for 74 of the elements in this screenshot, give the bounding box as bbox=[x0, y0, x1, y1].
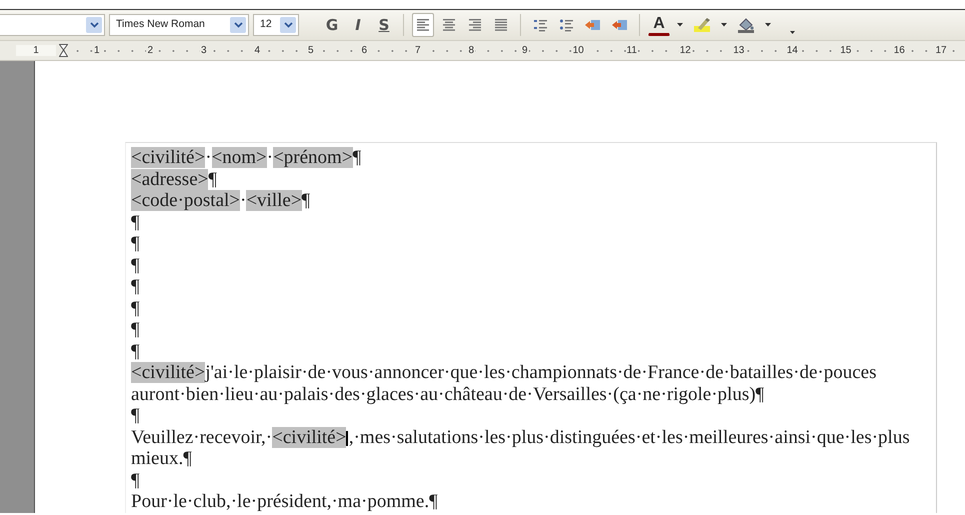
body-text: ¶ bbox=[131, 298, 140, 318]
bold-button[interactable]: G bbox=[321, 13, 343, 37]
ruler-number: 16 bbox=[892, 45, 906, 56]
body-text: ¶ bbox=[131, 254, 140, 276]
numbered-list-icon bbox=[532, 18, 548, 32]
align-left-icon bbox=[416, 18, 430, 32]
ruler-number: 17 bbox=[934, 45, 948, 56]
merge-field: <adresse> bbox=[131, 168, 208, 190]
underline-button[interactable]: S bbox=[373, 13, 395, 37]
ruler-number: 11 bbox=[626, 45, 638, 56]
ruler-number: 1 bbox=[92, 45, 101, 56]
indent-increase-icon bbox=[611, 18, 628, 32]
highlighter-icon bbox=[693, 17, 711, 33]
ruler-number: 14 bbox=[786, 45, 799, 56]
ruler-number: 6 bbox=[360, 45, 368, 56]
ruler-number: 10 bbox=[572, 45, 585, 56]
ruler-number: 2 bbox=[146, 45, 154, 56]
caret-icon bbox=[677, 23, 683, 27]
more-icon bbox=[789, 28, 796, 36]
caret-icon bbox=[721, 23, 727, 27]
merge-field: <civilité> bbox=[131, 147, 206, 168]
ruler-number: 5 bbox=[306, 45, 315, 56]
italic-button[interactable]: I bbox=[347, 13, 369, 37]
body-text: mieux.¶ bbox=[131, 448, 192, 469]
document-text-area[interactable] bbox=[125, 142, 937, 512]
body-text: ¶ bbox=[131, 340, 140, 362]
ruler-number: 9 bbox=[520, 45, 529, 56]
body-text: ¶ bbox=[131, 233, 140, 254]
body-text: ¶ bbox=[131, 319, 140, 340]
merge-field: <ville> bbox=[246, 190, 302, 211]
ruler-number: 8 bbox=[467, 45, 476, 56]
body-text: ¶ bbox=[352, 147, 362, 168]
body-text: ¶ bbox=[302, 190, 310, 211]
ruler-number: 4 bbox=[253, 45, 262, 56]
merge-field: <nom> bbox=[212, 147, 267, 168]
align-right-icon bbox=[468, 18, 482, 32]
body-text: · bbox=[240, 190, 246, 211]
dropdown-icon bbox=[234, 22, 242, 28]
body-text: ¶ bbox=[208, 168, 217, 190]
body-text: ¶ bbox=[131, 212, 140, 232]
body-text: ¶ bbox=[131, 470, 140, 490]
body-text: Pour·le·club,·le·président,·ma·pomme.¶ bbox=[131, 491, 438, 512]
caret-icon bbox=[765, 23, 771, 27]
font-color-button[interactable]: A bbox=[648, 14, 670, 36]
merge-field: <code·postal> bbox=[131, 190, 240, 211]
body-text: ¶ bbox=[131, 276, 140, 297]
body-text: auront·bien·lieu·au·palais·des·glaces·au·château·de·Versailles·(ça·ne·rigole·plus)¶ bbox=[131, 384, 764, 404]
body-text: ¶ bbox=[131, 405, 140, 426]
body-text: · bbox=[205, 147, 212, 168]
justify-icon bbox=[494, 18, 508, 32]
font-size-field[interactable]: 12 bbox=[253, 14, 299, 36]
body-text: j'ai·le·plaisir·de·vous·annoncer·que·les·championnats·de·France·de·batailles·de·pouces bbox=[205, 362, 876, 383]
ruler-number: 1 bbox=[32, 45, 40, 56]
indent-decrease-icon bbox=[584, 18, 601, 32]
align-center-icon bbox=[442, 18, 456, 32]
ruler-number: 7 bbox=[414, 45, 422, 56]
ruler-number: 3 bbox=[200, 45, 208, 56]
body-text: ,·mes·salutations·les·plus·distinguées·et·les·meilleures·ainsi·que·les·plus bbox=[348, 426, 910, 448]
bullet-list-icon bbox=[558, 18, 574, 32]
merge-field: <prénom> bbox=[273, 147, 353, 168]
font-name-field[interactable]: Times New Roman bbox=[109, 14, 249, 36]
align-left-button[interactable] bbox=[412, 13, 434, 37]
body-text: · bbox=[266, 147, 274, 168]
dropdown-icon bbox=[90, 22, 98, 28]
style-field[interactable] bbox=[0, 14, 105, 36]
paint-bucket-icon bbox=[737, 17, 755, 33]
ruler-number: 13 bbox=[732, 45, 746, 56]
ruler-number: 15 bbox=[839, 45, 852, 56]
ruler-number: 12 bbox=[678, 45, 692, 56]
merge-field: <civilité> bbox=[131, 362, 206, 383]
merge-field: <civilité> bbox=[272, 426, 346, 448]
indent-marker-icon bbox=[58, 44, 68, 57]
body-text: Veuillez·recevoir,· bbox=[131, 426, 272, 448]
dropdown-icon bbox=[284, 22, 292, 28]
